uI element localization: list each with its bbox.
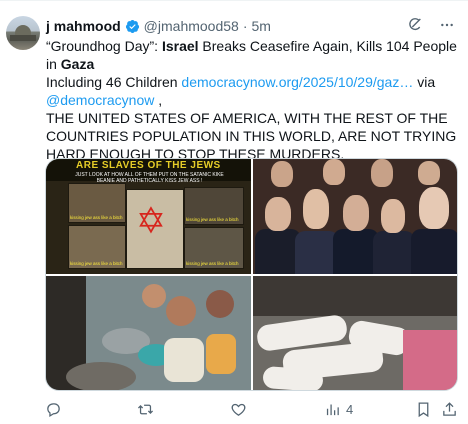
image1-caption: kissing jew ass like a bitch <box>186 217 239 222</box>
mention-link[interactable]: @democracynow <box>46 92 154 108</box>
more-icon[interactable] <box>438 16 456 34</box>
person-shape <box>343 195 369 231</box>
pot-shape <box>66 362 136 390</box>
tweet-header: j mahmood @jmahmood58 · 5m <box>46 16 456 36</box>
headline-quote: “Groundhog Day”: <box>46 38 162 54</box>
reply-button[interactable] <box>45 399 67 419</box>
media-grid: ARE SLAVES OF THE JEWS JUST LOOK AT HOW … <box>45 158 458 391</box>
media-image-4[interactable] <box>253 276 457 390</box>
person-shape <box>271 161 293 187</box>
headline-israel: Israel <box>161 38 199 54</box>
grok-icon[interactable] <box>406 16 424 34</box>
head-shape <box>142 284 166 308</box>
bookmark-button[interactable] <box>415 399 432 419</box>
media-image-1[interactable]: ARE SLAVES OF THE JEWS JUST LOOK AT HOW … <box>46 159 251 274</box>
article-link[interactable]: democracynow.org/2025/10/29/gaz… <box>181 74 413 90</box>
views-icon <box>326 404 339 415</box>
retweet-button[interactable] <box>137 399 159 419</box>
tweet-paragraph: THE UNITED STATES OF AMERICA, WITH THE R… <box>46 110 457 162</box>
like-button[interactable] <box>230 399 252 419</box>
verified-badge-icon <box>125 19 139 33</box>
container-shape <box>206 334 236 374</box>
image1-caption: kissing jew ass like a bitch <box>186 261 239 266</box>
blanket-shape <box>403 330 457 390</box>
media-image-3[interactable] <box>46 276 251 390</box>
image1-caption: kissing jew ass like a bitch <box>70 215 123 220</box>
tweet-timestamp[interactable]: 5m <box>252 18 271 34</box>
avatar-base-shape <box>10 35 36 41</box>
container-shape <box>164 338 204 382</box>
shroud-shape <box>262 365 324 390</box>
person-shape <box>371 159 393 187</box>
action-bar: 4 <box>45 399 458 419</box>
person-shape <box>323 159 345 185</box>
line2-prefix: Including 46 Children <box>46 74 182 90</box>
tweet-line-1: “Groundhog Day”: Israel Breaks Ceasefire… <box>46 37 458 73</box>
tweet-card[interactable]: j mahmood @jmahmood58 · 5m “Groundhog Da… <box>0 0 468 424</box>
header-separator: · <box>242 18 248 34</box>
bookmark-icon <box>418 401 429 417</box>
person-shape <box>373 231 415 274</box>
media-image-2[interactable] <box>253 159 457 274</box>
reply-icon <box>47 402 60 417</box>
mention-suffix: , <box>154 92 163 108</box>
background-shape <box>253 276 457 316</box>
author-handle[interactable]: @jmahmood58 <box>144 18 239 34</box>
tweet-line-2: Including 46 Children democracynow.org/2… <box>46 73 458 91</box>
views-button[interactable]: 4 <box>324 399 353 419</box>
person-shape <box>419 187 449 229</box>
views-count: 4 <box>346 401 354 417</box>
retweet-icon <box>137 404 154 414</box>
head-shape <box>206 290 234 318</box>
share-button[interactable] <box>441 399 458 419</box>
person-shape <box>303 189 329 229</box>
headline-gaza: Gaza <box>60 56 95 72</box>
author-name[interactable]: j mahmood <box>46 18 121 34</box>
line2-suffix: via <box>413 74 436 90</box>
tweet-line-3: @democracynow , <box>46 91 458 109</box>
avatar-dome-shape <box>15 25 31 35</box>
person-shape <box>418 161 440 185</box>
image1-title: ARE SLAVES OF THE JEWS <box>76 160 221 171</box>
share-icon <box>443 401 456 416</box>
avatar[interactable] <box>6 16 40 50</box>
star-of-david-icon: ✡ <box>135 200 167 241</box>
header-icons <box>406 16 456 34</box>
person-shape <box>411 229 457 274</box>
like-icon <box>231 403 246 416</box>
person-shape <box>265 197 291 231</box>
head-shape <box>166 296 196 326</box>
person-shape <box>381 199 405 233</box>
image1-caption: kissing jew ass like a bitch <box>70 261 123 266</box>
